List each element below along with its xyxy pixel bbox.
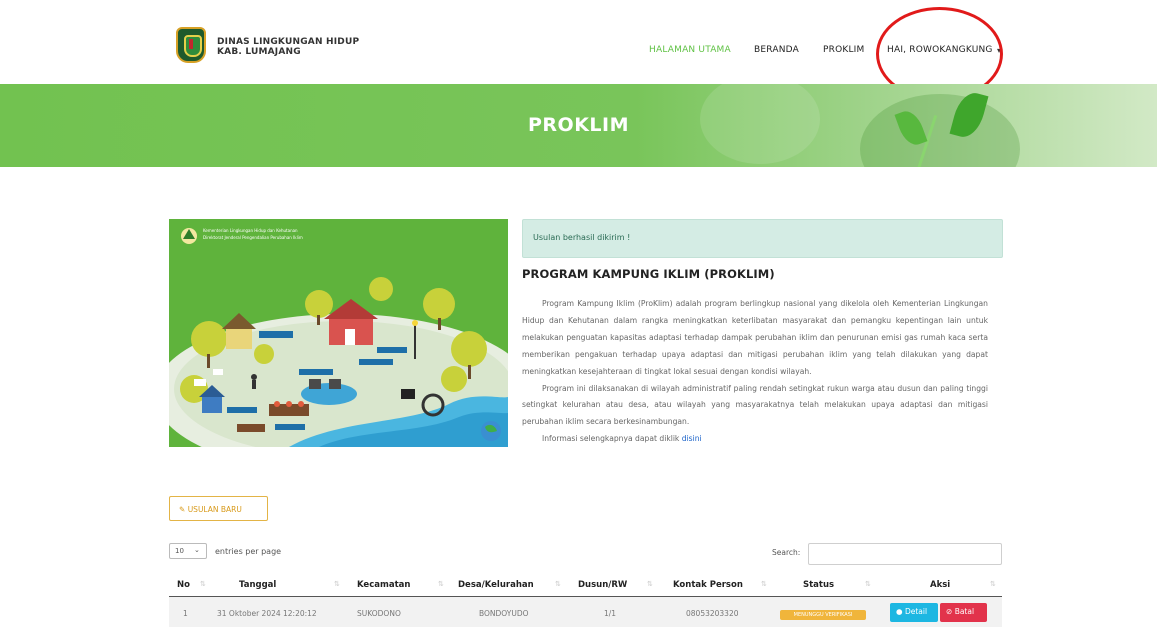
lumajang-logo[interactable]: [176, 27, 206, 63]
sort-icon[interactable]: ⇅: [990, 580, 996, 588]
sort-icon[interactable]: ⇅: [438, 580, 444, 588]
nav-beranda[interactable]: BERANDA: [754, 45, 799, 55]
column-header-aksi[interactable]: Aksi: [930, 580, 950, 590]
sort-icon[interactable]: ⇅: [865, 580, 871, 588]
sort-icon[interactable]: ⇅: [200, 580, 206, 588]
cell-kontak: 08053203320: [686, 609, 739, 618]
column-header-status[interactable]: Status: [803, 580, 834, 590]
program-paragraph-2: Program ini dilaksanakan di wilayah admi…: [522, 383, 988, 427]
brand-line2: KAB. LUMAJANG: [217, 47, 301, 57]
program-paragraph-3: Informasi selengkapnya dapat diklik disi…: [522, 431, 988, 448]
detail-button[interactable]: ● Detail: [890, 603, 938, 622]
proklim-illustration: Kementerian Lingkungan Hidup dan Kehutan…: [169, 219, 508, 447]
batal-label: Batal: [954, 607, 975, 616]
cell-desa: BONDOYUDO: [479, 609, 529, 618]
disini-link[interactable]: disini: [682, 434, 702, 443]
entries-length-value: 10: [175, 547, 184, 555]
illustration-caption-1: Kementerian Lingkungan Hidup dan Kehutan…: [203, 228, 298, 233]
cell-kecamatan: SUKODONO: [357, 609, 401, 618]
search-input[interactable]: [808, 543, 1002, 565]
cell-dusun: 1/1: [604, 609, 617, 618]
chevron-down-icon: ⌄: [194, 546, 200, 554]
column-header-no[interactable]: No: [177, 580, 190, 590]
brand-name[interactable]: DINAS LINGKUNGAN HIDUP KAB. LUMAJANG: [217, 37, 359, 57]
nav-halaman-utama[interactable]: HALAMAN UTAMA: [649, 45, 731, 55]
sort-icon[interactable]: ⇅: [334, 580, 340, 588]
status-badge: MENUNGGU VERIFIKASI: [780, 610, 866, 620]
column-header-dusun[interactable]: Dusun/RW: [578, 580, 627, 590]
brand-line1: DINAS LINGKUNGAN HIDUP: [217, 37, 360, 47]
illustration-caption-2: Direktorat Jenderal Pengendalian Perubah…: [203, 235, 303, 240]
edit-icon: ✎: [179, 505, 186, 514]
sort-icon[interactable]: ⇅: [647, 580, 653, 588]
detail-label: Detail: [904, 607, 928, 616]
sort-icon[interactable]: ⇅: [761, 580, 767, 588]
usulan-baru-label: USULAN BARU: [187, 505, 242, 514]
column-header-desa[interactable]: Desa/Kelurahan: [458, 580, 534, 590]
program-info-text: Informasi selengkapnya dapat diklik: [542, 434, 682, 444]
program-description: Program Kampung Iklim (ProKlim) adalah p…: [522, 296, 988, 448]
entries-length-select[interactable]: 10 ⌄: [169, 543, 207, 559]
usulan-baru-button[interactable]: ✎ USULAN BARU: [169, 496, 268, 521]
batal-button[interactable]: ⊘ Batal: [940, 603, 987, 622]
entries-per-page-label: entries per page: [215, 547, 282, 556]
column-header-tanggal[interactable]: Tanggal: [239, 580, 276, 590]
nav-proklim[interactable]: PROKLIM: [823, 45, 865, 55]
search-label: Search:: [772, 548, 801, 557]
sort-icon[interactable]: ⇅: [555, 580, 561, 588]
cell-tanggal: 31 Oktober 2024 12:20:12: [217, 609, 317, 618]
info-icon: ●: [896, 607, 903, 616]
column-header-kontak[interactable]: Kontak Person: [673, 580, 743, 590]
program-title: PROGRAM KAMPUNG IKLIM (PROKLIM): [522, 267, 775, 281]
success-alert: Usulan berhasil dikirim !: [522, 219, 1003, 258]
cancel-icon: ⊘: [946, 607, 953, 616]
site-header: DINAS LINGKUNGAN HIDUP KAB. LUMAJANG HAL…: [0, 0, 1157, 101]
cell-no: 1: [183, 609, 188, 618]
page-title: PROKLIM: [527, 114, 629, 136]
column-header-kecamatan[interactable]: Kecamatan: [357, 580, 410, 590]
proklim-illustration-svg: Kementerian Lingkungan Hidup dan Kehutan…: [169, 219, 508, 447]
program-paragraph-1: Program Kampung Iklim (ProKlim) adalah p…: [522, 299, 988, 376]
